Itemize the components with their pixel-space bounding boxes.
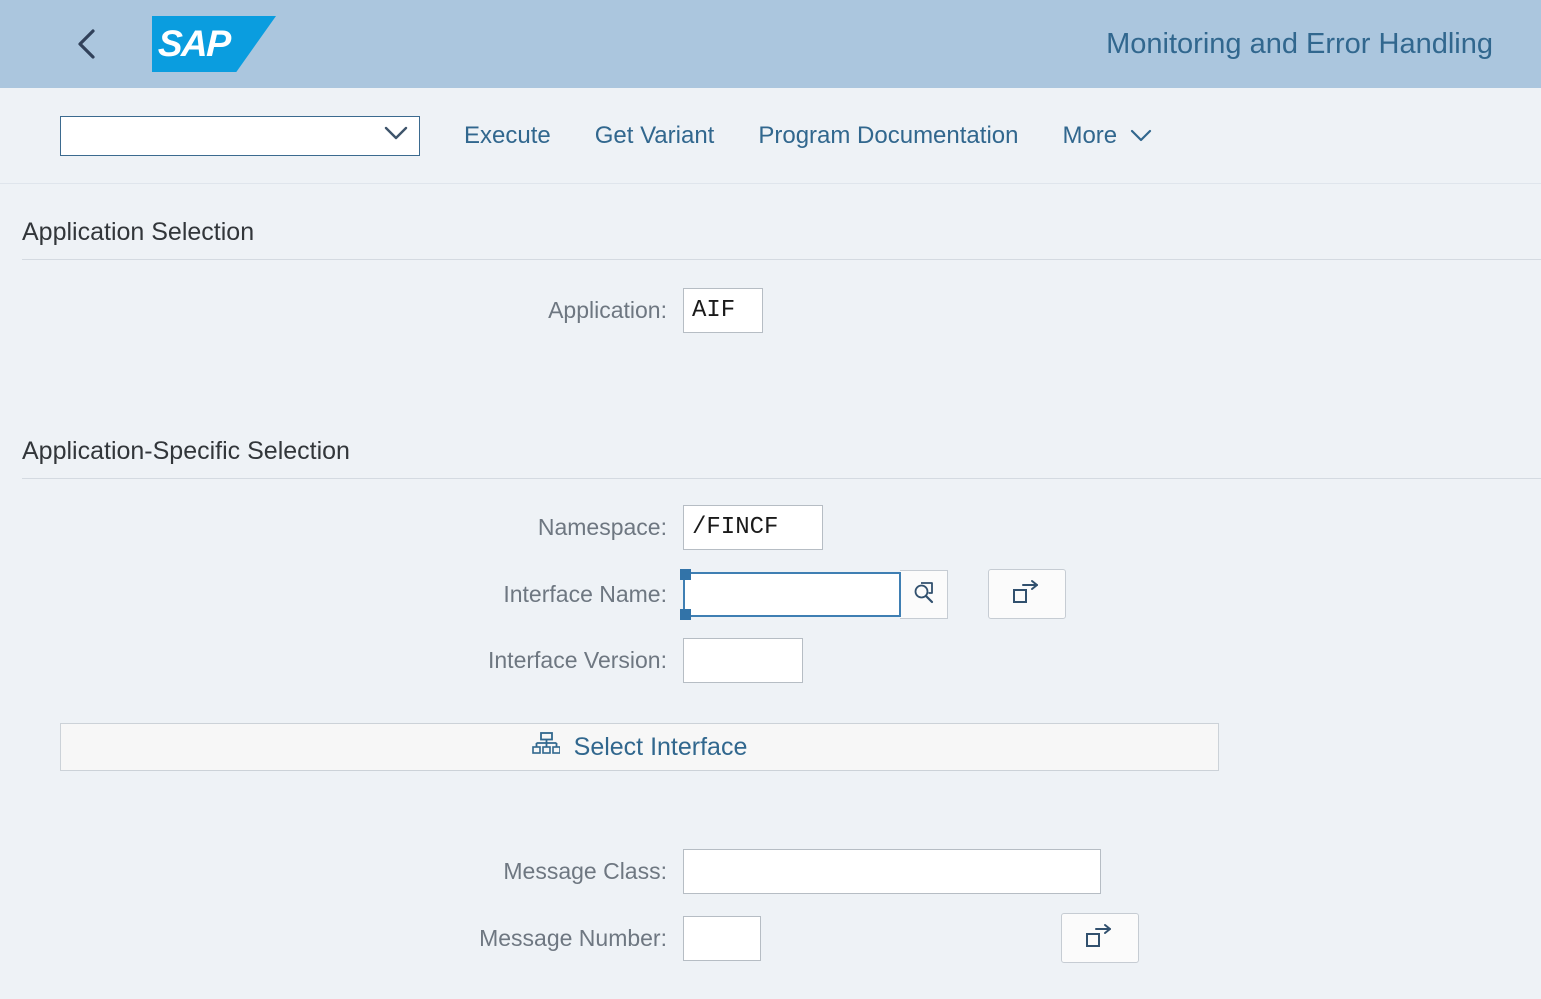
namespace-row: Namespace: /FINCF [0, 505, 1541, 550]
more-label: More [1062, 121, 1118, 149]
chevron-down-icon [383, 125, 409, 146]
multi-selection-arrow-icon [1011, 579, 1043, 610]
chevron-down-icon [1129, 122, 1153, 150]
select-interface-label: Select Interface [573, 732, 748, 761]
app-header: SAP Monitoring and Error Handling [0, 0, 1541, 88]
toolbar: Execute Get Variant Program Documentatio… [0, 88, 1541, 184]
more-button[interactable]: More [1062, 122, 1153, 150]
message-number-input[interactable] [683, 915, 761, 961]
chevron-left-icon [72, 27, 102, 61]
application-specific-selection-title: Application-Specific Selection [22, 437, 350, 465]
focus-corner-top-left [680, 568, 691, 580]
namespace-input[interactable]: /FINCF [683, 505, 823, 550]
message-number-row: Message Number: [0, 913, 1541, 963]
back-button[interactable] [70, 27, 104, 61]
interface-version-label: Interface Version: [488, 647, 667, 673]
variant-dropdown[interactable] [60, 115, 420, 156]
application-selection-title: Application Selection [22, 218, 255, 246]
page-title: Monitoring and Error Handling [1106, 27, 1493, 60]
interface-version-row: Interface Version: [0, 638, 1541, 683]
interface-name-row: Interface Name: [0, 568, 1541, 620]
interface-name-input[interactable] [683, 571, 901, 617]
program-documentation-button[interactable]: Program Documentation [758, 122, 1018, 150]
interface-version-input[interactable] [683, 638, 803, 683]
interface-name-multi-select-button[interactable] [988, 569, 1066, 619]
program-documentation-label: Program Documentation [758, 121, 1019, 149]
get-variant-button[interactable]: Get Variant [595, 122, 715, 150]
sap-logo: SAP [152, 16, 276, 72]
interface-name-value-help-button[interactable] [900, 569, 948, 619]
application-row: Application: AIF [0, 288, 1541, 333]
message-number-multi-select-button[interactable] [1061, 913, 1139, 963]
execute-label: Execute [464, 121, 551, 149]
message-class-label: Message Class: [503, 858, 667, 884]
section-divider [22, 478, 1541, 479]
message-class-row: Message Class: [0, 849, 1541, 894]
section-divider [22, 259, 1541, 260]
selection-screen-content: Application Selection Application: AIF A… [0, 218, 1541, 963]
value-help-search-icon [911, 579, 937, 610]
application-input[interactable]: AIF [683, 288, 763, 333]
interface-name-input-wrapper [680, 568, 901, 620]
select-interface-button[interactable]: Select Interface [60, 723, 1219, 771]
sap-logo-text: SAP [157, 23, 231, 64]
get-variant-label: Get Variant [594, 121, 715, 149]
interface-name-label: Interface Name: [503, 580, 667, 607]
message-class-input[interactable] [683, 849, 1101, 894]
namespace-label: Namespace: [537, 514, 667, 540]
application-label: Application: [548, 297, 667, 323]
message-number-label: Message Number: [479, 924, 667, 951]
multi-selection-arrow-icon [1084, 923, 1116, 954]
focus-corner-bottom-left [680, 608, 691, 620]
execute-button[interactable]: Execute [464, 122, 551, 150]
hierarchy-icon [531, 730, 561, 765]
